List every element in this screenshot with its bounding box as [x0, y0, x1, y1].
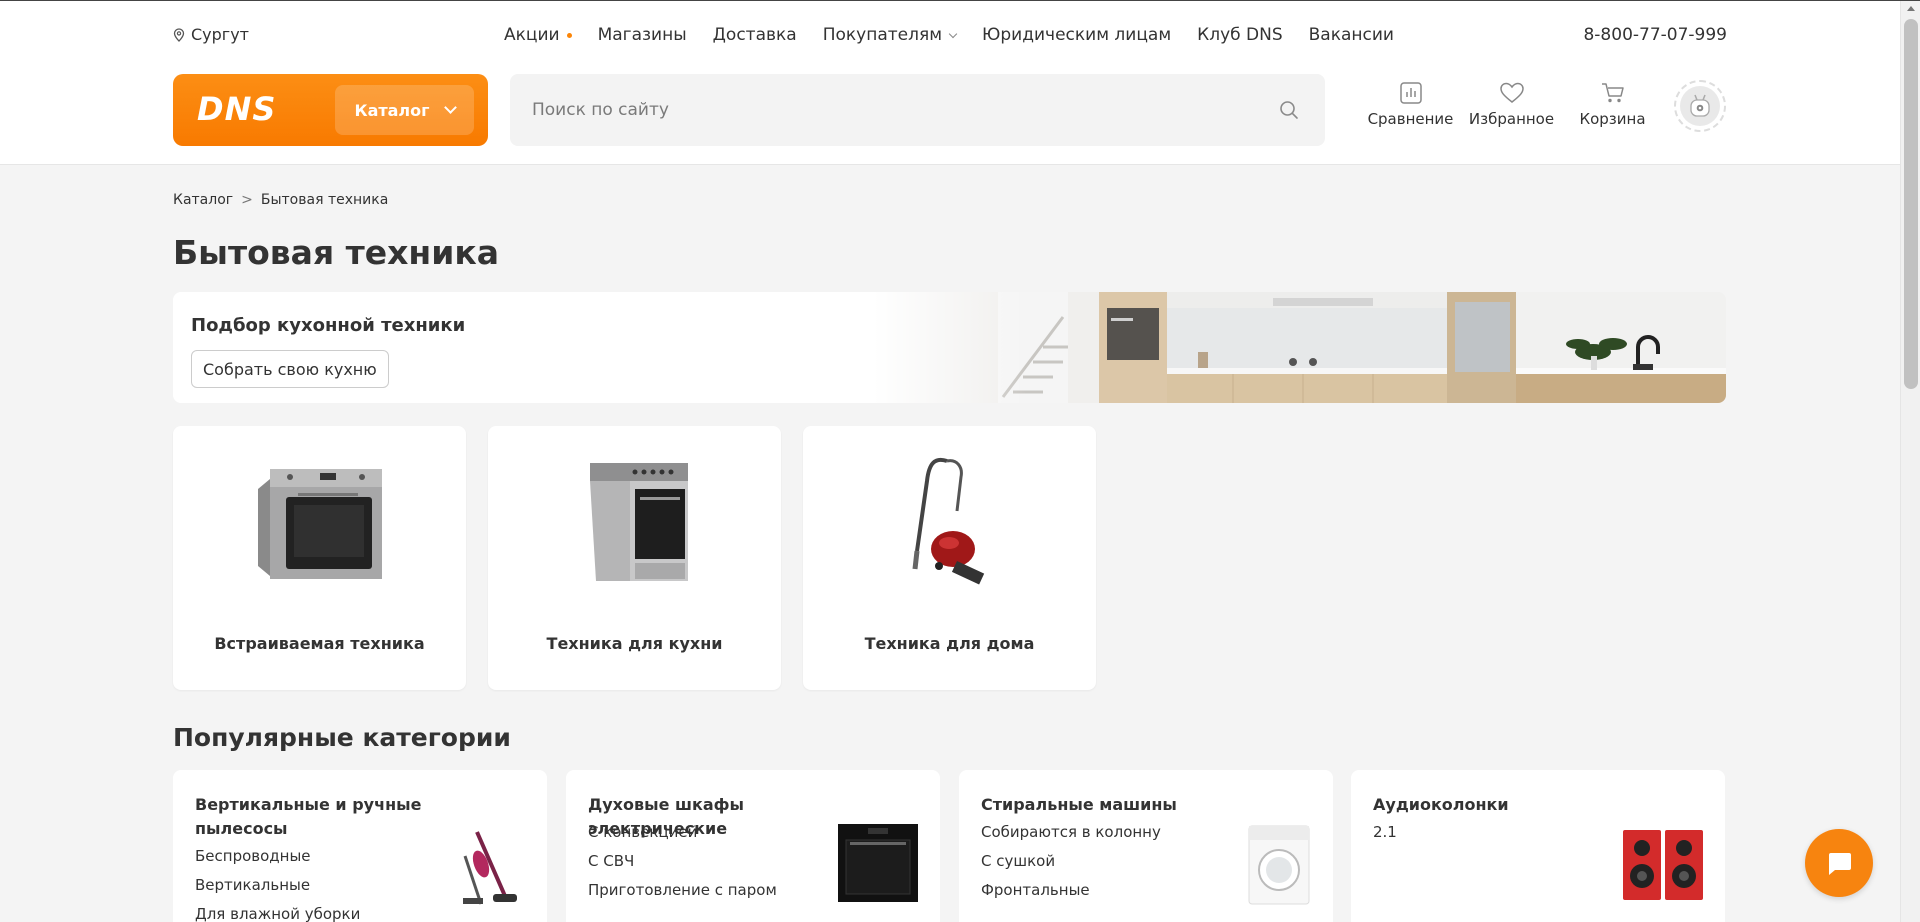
popular-card-links: Собираются в колонну С сушкой Фронтальны… [981, 818, 1161, 905]
popular-card-speakers[interactable]: Аудиоколонки 2.1 [1351, 770, 1725, 922]
promo-title: Подбор кухонной техники [191, 315, 466, 336]
popular-card-title[interactable]: Стиральные машины [981, 793, 1211, 817]
popular-card-ovens[interactable]: Духовые шкафы электрические С конвекцией… [566, 770, 940, 922]
popular-card-links: 2.1 [1373, 818, 1397, 847]
stove-icon [488, 446, 781, 596]
stick-vacuum-icon [463, 831, 517, 905]
popular-card-links: С конвекцией С СВЧ Приготовление с паром [588, 818, 777, 905]
popular-link[interactable]: С СВЧ [588, 847, 777, 876]
city-selector[interactable]: Сургут [173, 25, 249, 44]
nav-item-promo[interactable]: Акции [504, 25, 572, 45]
page-scrollbar[interactable] [1900, 1, 1920, 922]
favorites-label: Избранное [1468, 110, 1555, 128]
location-pin-icon [173, 27, 185, 42]
popular-link[interactable]: С конвекцией [588, 818, 777, 847]
popular-link[interactable]: С сушкой [981, 847, 1161, 876]
header-actions: Сравнение Избранное Корзина [1360, 82, 1663, 128]
chevron-down-icon [948, 29, 958, 38]
vacuum-icon [803, 446, 1096, 596]
search-box [510, 74, 1325, 146]
speakers-icon [1623, 830, 1703, 900]
popular-categories-title: Популярные категории [173, 723, 511, 752]
avatar-icon [1680, 86, 1720, 126]
header: DNS Каталог Сравнение Избранное Корзина [0, 70, 1920, 165]
build-kitchen-button[interactable]: Собрать свою кухню [191, 350, 389, 388]
nav-item-club[interactable]: Клуб DNS [1197, 25, 1282, 45]
page-title: Бытовая техника [173, 233, 500, 272]
nav-item-customers[interactable]: Покупателям [822, 25, 958, 45]
search-input[interactable] [532, 74, 1232, 146]
popular-card-title[interactable]: Вертикальные и ручные пылесосы [195, 793, 425, 841]
city-label: Сургут [191, 25, 249, 44]
popular-link[interactable]: Беспроводные [195, 842, 360, 871]
chevron-down-icon [443, 101, 457, 114]
kitchen-banner-image [873, 292, 1726, 403]
category-label: Техника для кухни [546, 634, 723, 653]
nav-item-legal[interactable]: Юридическим лицам [982, 25, 1171, 45]
phone-number[interactable]: 8-800-77-07-999 [1583, 25, 1727, 45]
scroll-up-arrow-icon[interactable] [1907, 6, 1915, 11]
popular-link[interactable]: Собираются в колонну [981, 818, 1161, 847]
category-label: Техника для дома [864, 634, 1035, 653]
popular-link[interactable]: Для влажной уборки [195, 900, 360, 922]
favorites-button[interactable]: Избранное [1461, 82, 1562, 128]
compare-icon [1399, 82, 1422, 104]
breadcrumb-catalog[interactable]: Каталог [173, 192, 233, 208]
popular-link[interactable]: Вертикальные [195, 871, 360, 900]
nav-item-stores[interactable]: Магазины [598, 25, 687, 45]
oven-icon [838, 824, 918, 902]
profile-avatar[interactable] [1674, 80, 1726, 132]
cart-icon [1601, 83, 1624, 103]
cart-button[interactable]: Корзина [1562, 82, 1663, 128]
breadcrumb-current: Бытовая техника [260, 192, 389, 208]
dns-logo[interactable]: DNS [197, 90, 276, 128]
category-card-built-in[interactable]: Встраиваемая техника [173, 426, 466, 690]
popular-card-title[interactable]: Аудиоколонки [1373, 793, 1603, 817]
top-nav: Акции Магазины Доставка Покупателям Юрид… [504, 25, 1394, 45]
category-label: Встраиваемая техника [214, 634, 425, 653]
popular-card-washers[interactable]: Стиральные машины Собираются в колонну С… [959, 770, 1333, 922]
nav-item-jobs[interactable]: Вакансии [1309, 25, 1394, 45]
chat-button[interactable] [1805, 829, 1873, 897]
oven-icon [173, 446, 466, 596]
top-bar: Сургут Акции Магазины Доставка Покупател… [0, 1, 1920, 70]
popular-link[interactable]: Фронтальные [981, 876, 1161, 905]
scrollbar-thumb[interactable] [1904, 19, 1918, 389]
nav-label: Покупателям [822, 25, 943, 45]
category-card-home[interactable]: Техника для дома [803, 426, 1096, 690]
popular-card-links: Беспроводные Вертикальные Для влажной уб… [195, 842, 360, 922]
popular-link[interactable]: Приготовление с паром [588, 876, 777, 905]
nav-item-delivery[interactable]: Доставка [713, 25, 797, 45]
category-card-kitchen[interactable]: Техника для кухни [488, 426, 781, 690]
heart-icon [1499, 82, 1524, 103]
catalog-button[interactable]: Каталог [335, 85, 474, 135]
popular-link[interactable]: 2.1 [1373, 818, 1397, 847]
washing-machine-icon [1248, 825, 1310, 905]
compare-label: Сравнение [1367, 110, 1454, 128]
promo-dot-icon [566, 32, 572, 38]
brand-block: DNS Каталог [173, 74, 488, 146]
nav-label: Акции [504, 25, 560, 45]
kitchen-promo-banner[interactable]: Подбор кухонной техники Собрать свою кух… [173, 292, 1726, 403]
search-icon[interactable] [1279, 100, 1299, 120]
cart-label: Корзина [1579, 110, 1646, 128]
breadcrumb: Каталог > Бытовая техника [173, 192, 388, 208]
chat-icon [1829, 853, 1851, 875]
popular-card-vacuums[interactable]: Вертикальные и ручные пылесосы Беспровод… [173, 770, 547, 922]
breadcrumb-separator: > [241, 192, 253, 208]
catalog-label: Каталог [354, 100, 430, 120]
compare-button[interactable]: Сравнение [1360, 82, 1461, 128]
